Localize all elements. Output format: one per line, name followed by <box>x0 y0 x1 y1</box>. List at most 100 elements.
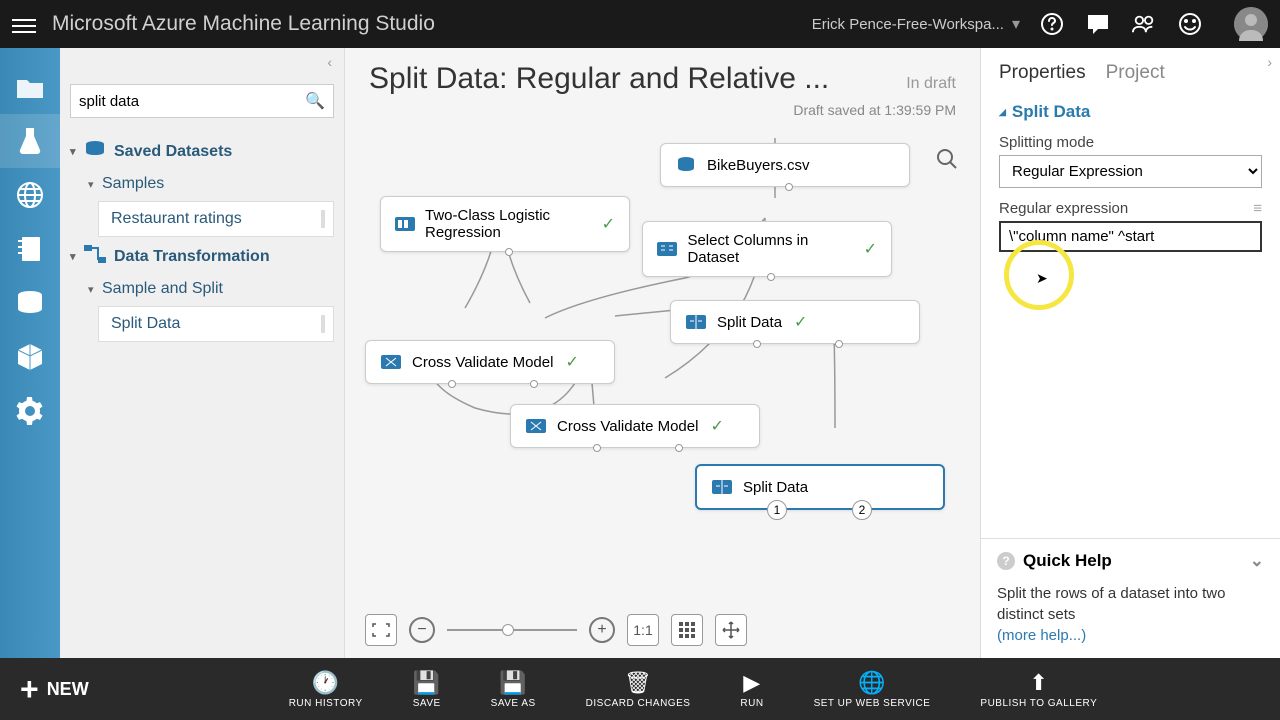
search-modules[interactable]: 🔍 <box>70 84 334 118</box>
collapse-left-icon[interactable]: ‹ <box>60 48 344 76</box>
workspace-selector[interactable]: Erick Pence-Free-Workspa... <box>812 16 1004 33</box>
zoom-out-button[interactable]: − <box>409 617 435 643</box>
app-title: Microsoft Azure Machine Learning Studio <box>52 12 812 36</box>
collapse-right-icon[interactable]: › <box>1267 54 1272 70</box>
trash-icon: 🗑 <box>624 670 652 696</box>
tab-properties[interactable]: Properties <box>999 62 1086 84</box>
tree-label: Data Transformation <box>114 248 270 266</box>
transform-icon <box>711 476 733 498</box>
quick-help-section: ? Quick Help ⌄ Split the rows of a datas… <box>981 538 1280 658</box>
rail-web-services-icon[interactable] <box>0 168 60 222</box>
command-bar: + NEW 🕐 RUN HISTORY 💾 SAVE 💾 SAVE AS 🗑 D… <box>0 658 1280 720</box>
tree-sample-and-split[interactable]: ▾ Sample and Split <box>66 274 338 304</box>
module-select-columns[interactable]: Select Columns in Dataset ✓ <box>642 221 892 277</box>
check-icon: ✓ <box>794 312 807 332</box>
search-icon[interactable]: 🔍 <box>305 91 325 111</box>
history-icon: 🕐 <box>312 670 340 696</box>
zoom-in-button[interactable]: + <box>589 617 615 643</box>
save-button[interactable]: 💾 SAVE <box>413 670 441 709</box>
draft-saved-label: Draft saved at 1:39:59 PM <box>345 102 980 118</box>
tree-label: Samples <box>102 175 164 193</box>
properties-panel: › Properties Project Split Data Splittin… <box>980 48 1280 658</box>
save-icon: 💾 <box>413 670 441 696</box>
tree-item-split-data[interactable]: Split Data <box>98 306 334 342</box>
help-icon[interactable] <box>1040 12 1064 36</box>
ml-module-icon <box>525 415 547 437</box>
module-label: BikeBuyers.csv <box>707 157 810 174</box>
module-label: Split Data <box>717 314 782 331</box>
module-split-data-2[interactable]: Split Data 1 2 <box>695 464 945 510</box>
rail-datasets-icon[interactable] <box>0 276 60 330</box>
save-as-button[interactable]: 💾 SAVE AS <box>491 670 536 709</box>
transform-icon <box>657 238 677 260</box>
tree-label: Restaurant ratings <box>111 210 242 228</box>
regex-input[interactable] <box>999 221 1262 252</box>
avatar[interactable] <box>1234 7 1268 41</box>
ml-module-icon <box>380 351 402 373</box>
tree-data-transformation[interactable]: ▾ Data Transformation <box>66 239 338 274</box>
splitting-mode-select[interactable]: Regular Expression <box>999 155 1262 188</box>
publish-button[interactable]: ⬆ PUBLISH TO GALLERY <box>980 670 1097 709</box>
run-history-button[interactable]: 🕐 RUN HISTORY <box>289 670 363 709</box>
rail-notebooks-icon[interactable] <box>0 222 60 276</box>
output-port-1[interactable]: 1 <box>767 500 787 520</box>
smile-icon[interactable] <box>1178 12 1202 36</box>
quick-help-body: Split the rows of a dataset into two dis… <box>997 585 1225 623</box>
module-label: Select Columns in Dataset <box>687 232 851 266</box>
tree-samples[interactable]: ▾ Samples <box>66 169 338 199</box>
people-icon[interactable] <box>1132 12 1156 36</box>
module-bike-buyers[interactable]: BikeBuyers.csv <box>660 143 910 187</box>
tab-project[interactable]: Project <box>1106 62 1165 84</box>
feedback-icon[interactable] <box>1086 12 1110 36</box>
module-cross-validate-2[interactable]: Cross Validate Model ✓ <box>510 404 760 448</box>
module-cross-validate-1[interactable]: Cross Validate Model ✓ <box>365 340 615 384</box>
quick-help-header[interactable]: ? Quick Help ⌄ <box>997 551 1264 571</box>
property-menu-icon[interactable]: ≡ <box>1253 200 1262 217</box>
more-help-link[interactable]: (more help...) <box>997 627 1086 644</box>
tree-label: Split Data <box>111 315 180 333</box>
save-as-icon: 💾 <box>499 670 527 696</box>
play-icon: ▶ <box>743 670 760 696</box>
output-port-2[interactable]: 2 <box>852 500 872 520</box>
experiment-canvas[interactable]: Split Data: Regular and Relative ... In … <box>345 48 980 658</box>
rail-models-icon[interactable] <box>0 330 60 384</box>
help-badge-icon: ? <box>997 552 1015 570</box>
app-header: Microsoft Azure Machine Learning Studio … <box>0 0 1280 48</box>
module-label: Cross Validate Model <box>412 354 553 371</box>
experiment-status: In draft <box>906 75 956 93</box>
check-icon: ✓ <box>864 239 877 259</box>
rail-settings-icon[interactable] <box>0 384 60 438</box>
rail-experiments-icon[interactable] <box>0 114 60 168</box>
property-section-header[interactable]: Split Data <box>999 102 1262 122</box>
search-experiment-icon[interactable] <box>936 148 960 172</box>
web-service-button[interactable]: 🌐 SET UP WEB SERVICE <box>814 670 931 709</box>
discard-changes-button[interactable]: 🗑 DISCARD CHANGES <box>586 670 691 709</box>
minimap-icon[interactable] <box>671 614 703 646</box>
zoom-toolbar: − + 1:1 <box>365 614 747 646</box>
chevron-down-icon[interactable]: ⌄ <box>1250 551 1264 571</box>
module-logistic-regression[interactable]: Two-Class Logistic Regression ✓ <box>380 196 630 252</box>
new-button[interactable]: + NEW <box>20 671 89 708</box>
fit-to-screen-icon[interactable] <box>365 614 397 646</box>
zoom-reset-button[interactable]: 1:1 <box>627 614 659 646</box>
menu-icon[interactable] <box>12 15 36 33</box>
left-rail <box>0 48 60 658</box>
zoom-slider[interactable] <box>447 629 577 631</box>
regex-label: Regular expression ≡ <box>999 200 1262 217</box>
plus-icon: + <box>20 671 39 708</box>
transform-icon <box>685 311 707 333</box>
experiment-title[interactable]: Split Data: Regular and Relative ... <box>369 62 906 96</box>
rail-projects-icon[interactable] <box>0 60 60 114</box>
search-input[interactable] <box>79 93 305 110</box>
ml-module-icon <box>395 213 415 235</box>
dataset-icon <box>675 154 697 176</box>
globe-icon: 🌐 <box>858 670 886 696</box>
tree-saved-datasets[interactable]: ▾ Saved Datasets <box>66 134 338 169</box>
tree-item-restaurant-ratings[interactable]: Restaurant ratings <box>98 201 334 237</box>
chevron-down-icon[interactable]: ▾ <box>1012 14 1020 34</box>
module-label: Two-Class Logistic Regression <box>425 207 590 241</box>
pan-icon[interactable] <box>715 614 747 646</box>
module-split-data-1[interactable]: Split Data ✓ <box>670 300 920 344</box>
run-button[interactable]: ▶ RUN <box>740 670 763 709</box>
check-icon: ✓ <box>565 352 578 372</box>
